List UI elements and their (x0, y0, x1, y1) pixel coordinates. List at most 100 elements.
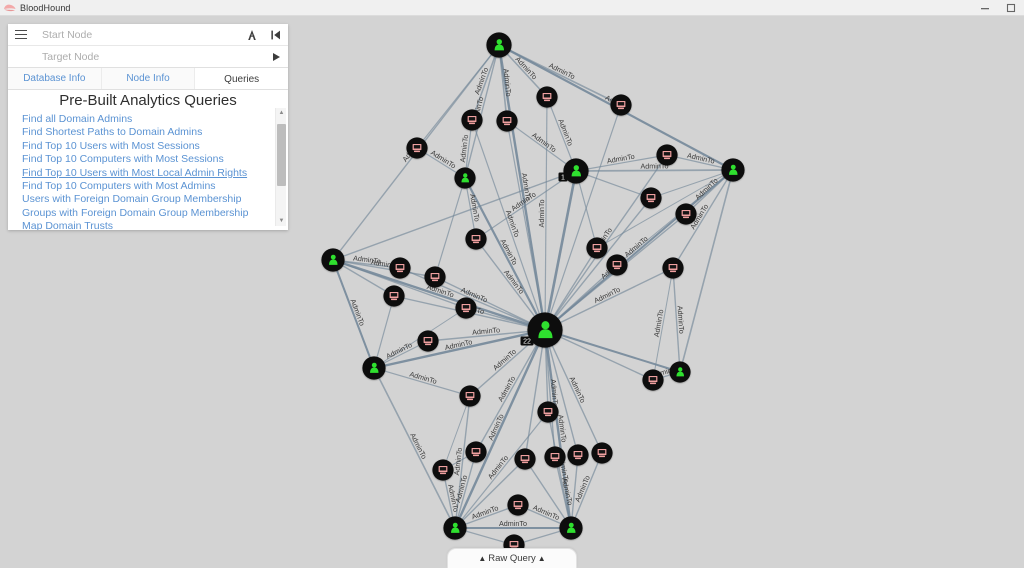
computer-node[interactable] (591, 442, 613, 464)
pathfinding-icon[interactable] (240, 24, 264, 46)
computer-node[interactable] (417, 330, 439, 352)
raw-query-bar[interactable]: ▲ Raw Query ▲ (447, 548, 577, 568)
graph-edge[interactable] (399, 267, 546, 331)
query-item[interactable]: Find all Domain Admins (22, 113, 266, 126)
edge-label: AdminTo (349, 298, 367, 327)
graph-edge[interactable] (434, 177, 466, 278)
tab-node-info[interactable]: Node Info (101, 68, 196, 89)
edge-label: AdminTo (530, 131, 558, 155)
user-node[interactable]: 22 (520, 312, 563, 348)
target-node-row (8, 46, 288, 68)
start-node-row (8, 24, 288, 46)
queries-panel: Pre-Built Analytics Queries Find all Dom… (8, 90, 288, 230)
node-badge-count: 1 (561, 175, 565, 182)
play-triangle-icon[interactable] (264, 46, 288, 68)
computer-node[interactable] (496, 110, 518, 132)
directional-play-icon[interactable] (264, 24, 288, 46)
graph-edge[interactable] (544, 197, 652, 331)
computer-node[interactable] (544, 446, 566, 468)
edge-label: AdminTo (458, 134, 470, 163)
user-node[interactable] (559, 516, 583, 540)
computer-node[interactable] (465, 441, 487, 463)
user-node[interactable] (321, 248, 345, 272)
computer-node[interactable] (640, 187, 662, 209)
query-item[interactable]: Find Top 10 Computers with Most Admins (22, 180, 266, 193)
user-node[interactable] (721, 158, 745, 182)
computer-node[interactable] (507, 494, 529, 516)
sidebar-tabs: Database Info Node Info Queries (8, 68, 289, 90)
edge-label: AdminTo (470, 503, 499, 521)
query-item[interactable]: Users with Foreign Domain Group Membersh… (22, 193, 266, 206)
edge-label: AdminTo (499, 519, 527, 528)
computer-node[interactable] (461, 109, 483, 131)
tab-database-info[interactable]: Database Info (8, 68, 102, 89)
computer-node[interactable] (424, 266, 446, 288)
computer-node[interactable] (642, 369, 664, 391)
raw-query-label: Raw Query (488, 553, 536, 564)
edge-label: AdminTo (537, 199, 546, 227)
computer-node[interactable] (662, 257, 684, 279)
scrollbar-thumb[interactable] (277, 124, 286, 186)
query-item[interactable]: Map Domain Trusts (22, 220, 266, 230)
graph-edge[interactable] (679, 169, 734, 373)
graph-edge[interactable] (332, 259, 375, 369)
sidebar-panel: Database Info Node Info Queries Pre-Buil… (8, 24, 289, 230)
edge-label: AdminTo (491, 347, 518, 372)
edge-label: AdminTo (409, 369, 438, 385)
computer-node[interactable] (567, 444, 589, 466)
graph-edge[interactable] (373, 367, 456, 529)
computer-node[interactable] (514, 448, 536, 470)
scroll-up-arrow-icon[interactable]: ▲ (276, 108, 287, 118)
chevron-up-icon: ▲ (537, 554, 546, 563)
edge-label: AdminTo (452, 447, 464, 476)
node-badge-count: 22 (523, 339, 531, 346)
edge-label: AdminTo (429, 148, 457, 170)
chevron-up-icon: ▲ (478, 554, 487, 563)
query-item[interactable]: Find Top 10 Users with Most Local Admin … (22, 167, 266, 180)
computer-node[interactable] (465, 228, 487, 250)
minimize-button[interactable] (972, 0, 998, 16)
graph-edge[interactable] (544, 329, 654, 381)
query-item[interactable]: Find Top 10 Users with Most Sessions (22, 140, 266, 153)
tab-queries[interactable]: Queries (195, 68, 289, 89)
computer-node[interactable] (536, 86, 558, 108)
computer-node[interactable] (656, 144, 678, 166)
edge-label: AdminTo (486, 413, 506, 442)
scrollbar-track[interactable] (276, 118, 286, 216)
title-bar: BloodHound (0, 0, 1024, 16)
computer-node[interactable] (459, 385, 481, 407)
user-node[interactable] (443, 516, 467, 540)
user-node[interactable] (486, 32, 512, 58)
bloodhound-app: AdminTo AdminTo AdminTo AdminTo AdminTo Admin… (0, 0, 1024, 568)
computer-node[interactable] (606, 254, 628, 276)
user-node[interactable] (454, 167, 476, 189)
computer-node[interactable] (383, 285, 405, 307)
queries-scrollbar[interactable]: ▲ ▼ (275, 108, 286, 226)
graph-edge[interactable] (434, 276, 546, 331)
query-item[interactable]: Find Top 10 Computers with Most Sessions (22, 153, 266, 166)
computer-node[interactable] (406, 137, 428, 159)
query-list: Find all Domain Admins Find Shortest Path… (8, 113, 288, 230)
computer-node[interactable] (675, 203, 697, 225)
computer-node[interactable] (537, 401, 559, 423)
edge-label: AdminTo (556, 118, 575, 147)
computer-node[interactable] (389, 257, 411, 279)
computer-node[interactable] (432, 459, 454, 481)
user-node[interactable] (362, 356, 386, 380)
query-item[interactable]: Find Shortest Paths to Domain Admins (22, 126, 266, 139)
edge-label: AdminTo (676, 305, 687, 334)
graph-edge[interactable] (416, 44, 500, 149)
user-node[interactable] (669, 361, 691, 383)
window-title: BloodHound (20, 2, 71, 13)
scroll-down-arrow-icon[interactable]: ▼ (276, 216, 287, 226)
computer-node[interactable] (455, 297, 477, 319)
start-node-input[interactable] (34, 24, 240, 45)
computer-node[interactable] (586, 237, 608, 259)
target-node-input[interactable] (34, 46, 264, 67)
query-item[interactable]: Groups with Foreign Domain Group Members… (22, 207, 266, 220)
computer-node[interactable] (610, 94, 632, 116)
maximize-button[interactable] (998, 0, 1024, 16)
hamburger-menu-icon[interactable] (8, 24, 34, 46)
window-controls (972, 0, 1024, 16)
